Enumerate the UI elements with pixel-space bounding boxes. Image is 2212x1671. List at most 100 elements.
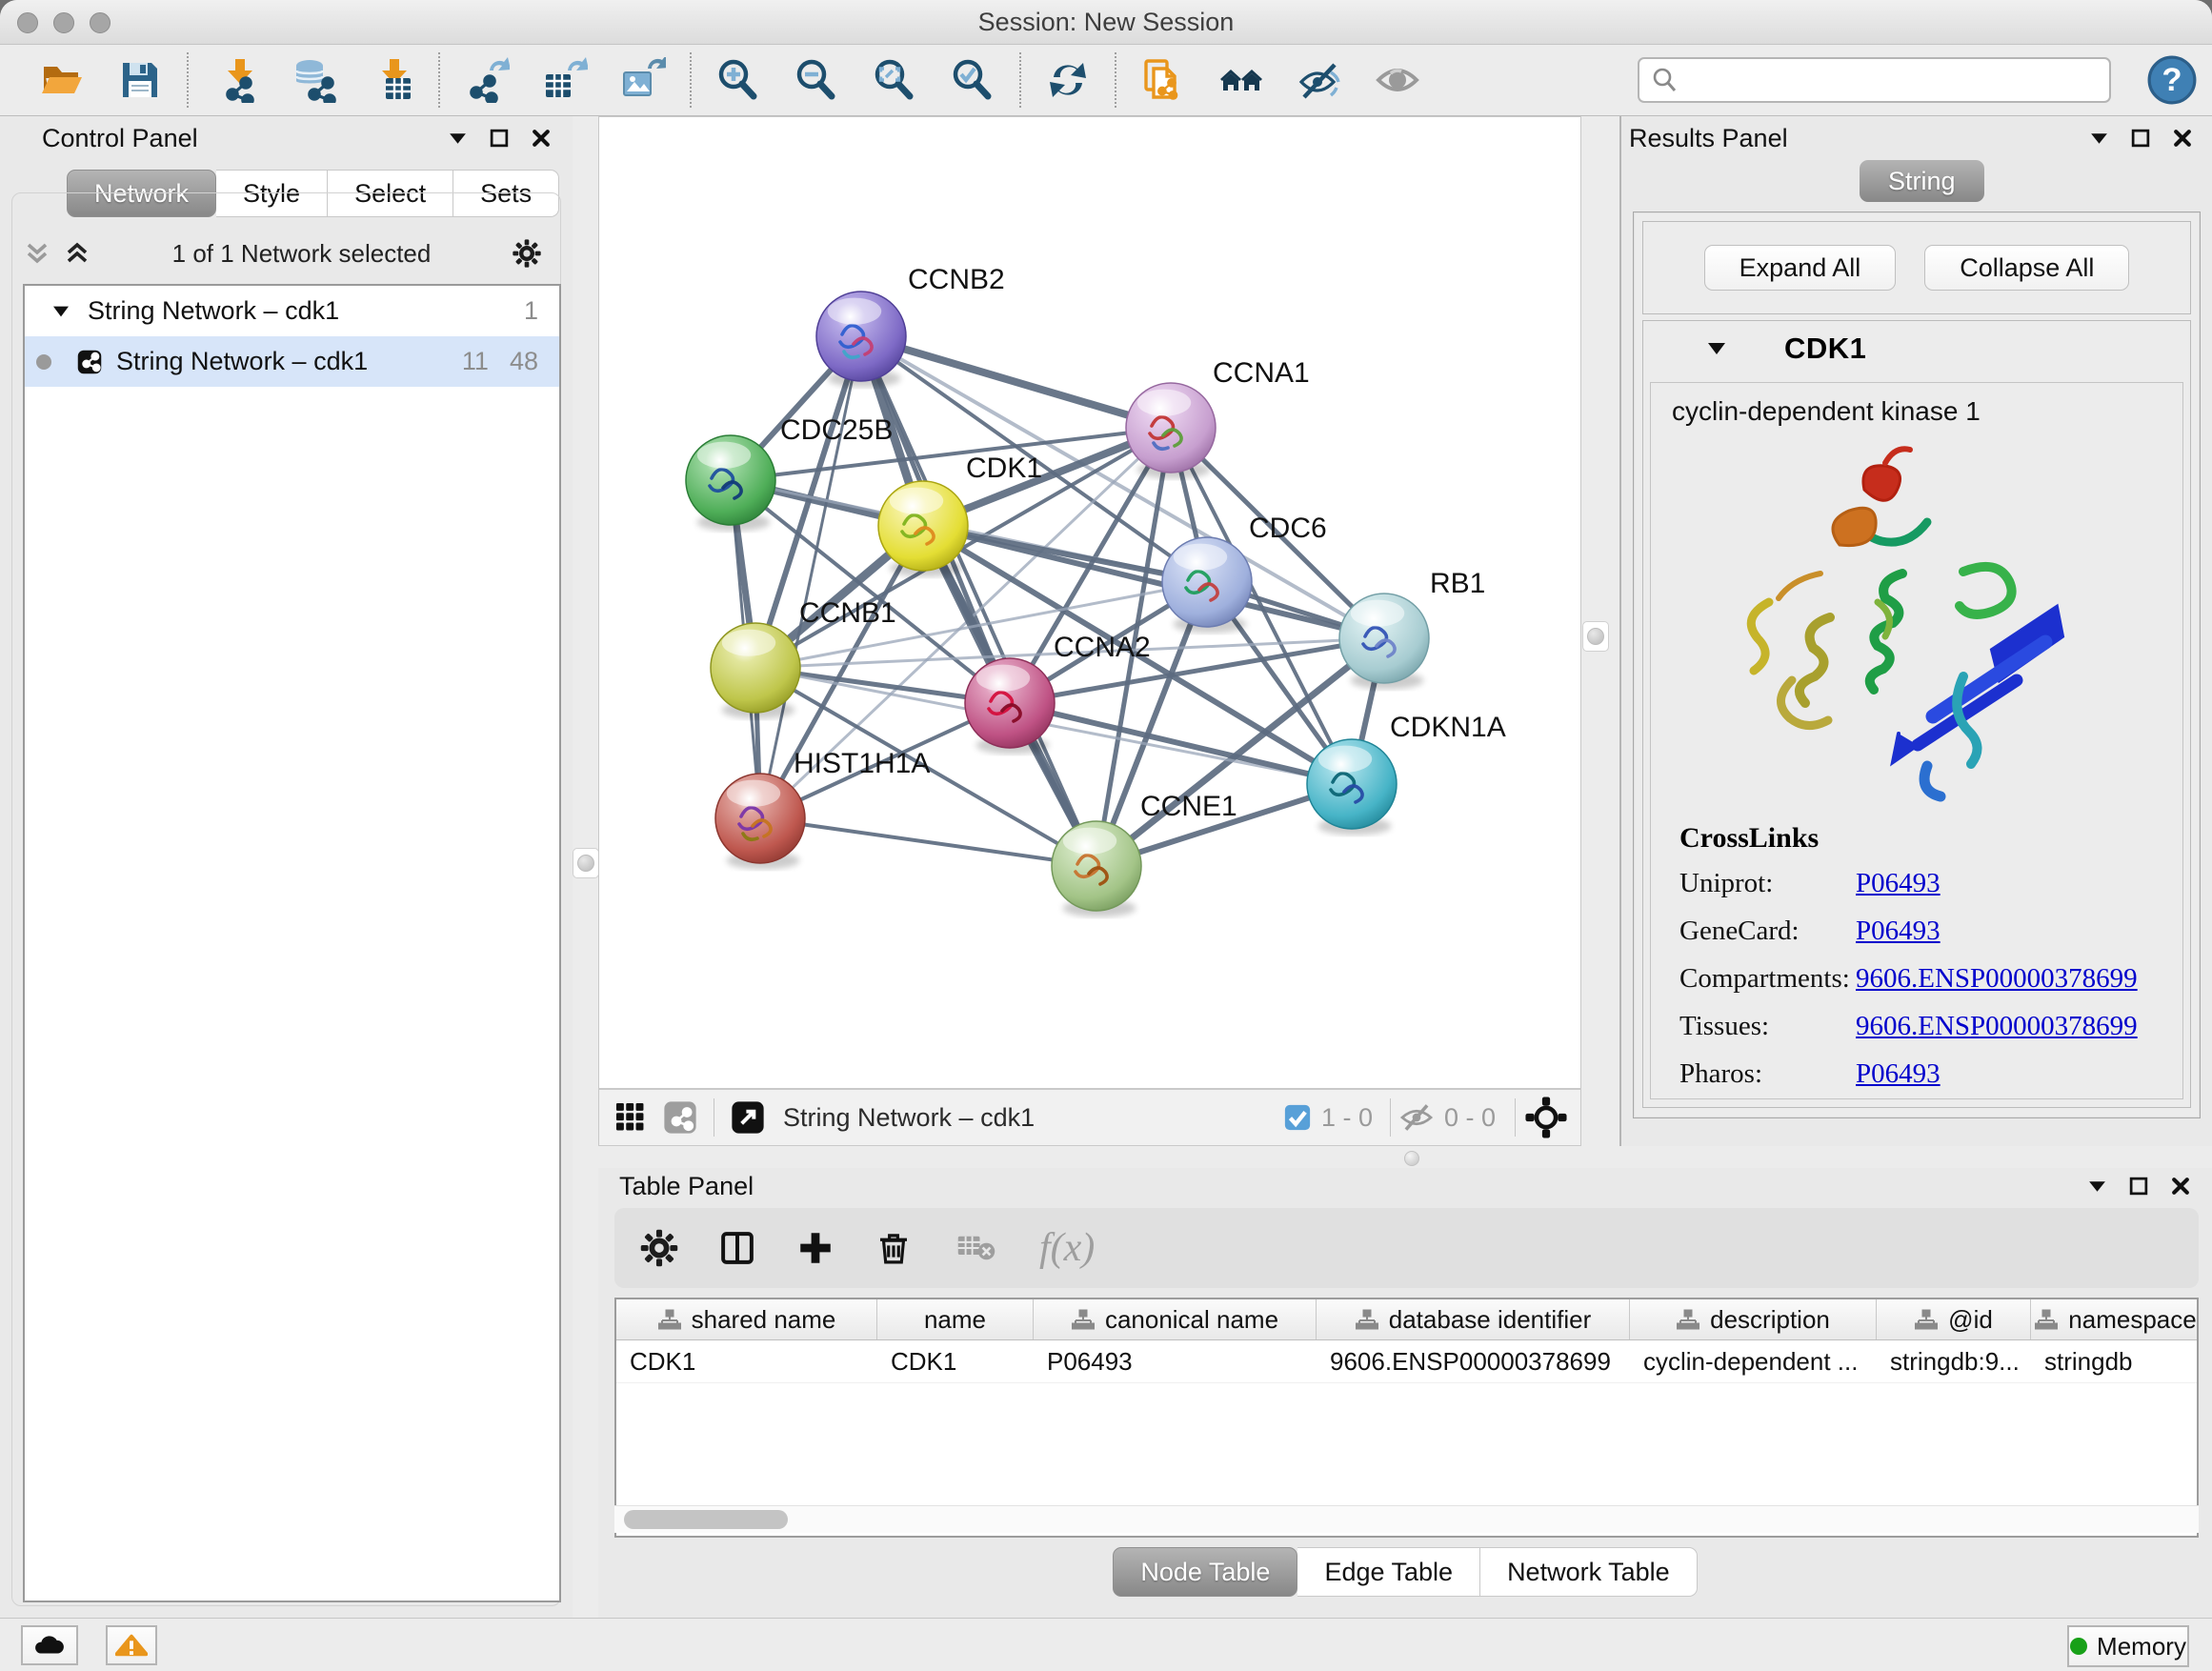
network-tree-child-row[interactable]: String Network – cdk1 11 48 xyxy=(25,336,559,387)
table-menu-icon[interactable] xyxy=(2086,1176,2107,1197)
network-node-CDKN1A[interactable] xyxy=(1307,739,1397,836)
table-cell[interactable]: P06493 xyxy=(1034,1340,1317,1382)
network-edge[interactable] xyxy=(760,818,1096,866)
crosslink-link[interactable]: P06493 xyxy=(1856,868,1941,899)
memory-button[interactable]: Memory xyxy=(2067,1625,2189,1667)
table-cell[interactable]: stringdb xyxy=(2031,1340,2199,1382)
function-builder-icon: f(x) xyxy=(1039,1225,1095,1271)
crosslink-link[interactable]: P06493 xyxy=(1856,916,1941,947)
zoom-out-icon[interactable] xyxy=(793,56,840,104)
save-floppy-icon[interactable] xyxy=(116,56,164,104)
table-cell[interactable]: CDK1 xyxy=(877,1340,1034,1382)
grid-view-icon[interactable] xyxy=(613,1099,649,1136)
network-options-gear-icon[interactable] xyxy=(512,238,542,269)
export-network-icon[interactable] xyxy=(463,56,511,104)
delete-column-icon[interactable] xyxy=(874,1228,914,1268)
warnings-button[interactable] xyxy=(106,1625,157,1665)
selected-nodes-checkbox-icon[interactable] xyxy=(1283,1103,1312,1132)
tree-expand-icon[interactable] xyxy=(51,304,70,319)
add-column-icon[interactable] xyxy=(795,1228,835,1268)
tab-edge-table[interactable]: Edge Table xyxy=(1297,1547,1480,1597)
table-cell[interactable]: stringdb:9... xyxy=(1877,1340,2031,1382)
network-graph[interactable]: CCNB2CCNA1CDC25BCDK1CDC6RB1CCNB1CCNA2CDK… xyxy=(599,117,1580,1088)
open-folder-icon[interactable] xyxy=(38,56,86,104)
detach-view-icon[interactable] xyxy=(730,1099,766,1136)
export-table-icon[interactable] xyxy=(541,56,589,104)
network-node-CCNB1[interactable] xyxy=(711,623,800,719)
eye-disabled-icon[interactable] xyxy=(1374,56,1421,104)
horizontal-splitter-grip[interactable] xyxy=(1404,1151,1419,1166)
copy-network-icon[interactable] xyxy=(1139,56,1187,104)
entry-collapse-icon[interactable] xyxy=(1706,340,1727,357)
network-view-toolbar: String Network – cdk1 1 - 0 0 - 0 xyxy=(598,1089,1581,1146)
results-menu-icon[interactable] xyxy=(2088,128,2109,149)
import-network-icon[interactable] xyxy=(211,56,259,104)
table-cell[interactable]: cyclin-dependent ... xyxy=(1630,1340,1877,1382)
search-box[interactable] xyxy=(1638,57,2111,103)
column-header-name[interactable]: name xyxy=(877,1299,1034,1339)
table-close-icon[interactable] xyxy=(2170,1176,2191,1197)
search-input[interactable] xyxy=(1685,65,2098,96)
table-settings-gear-icon[interactable] xyxy=(639,1228,679,1268)
column-header-canonicalname[interactable]: canonical name xyxy=(1034,1299,1317,1339)
results-close-icon[interactable] xyxy=(2172,128,2193,149)
homes-icon[interactable] xyxy=(1217,56,1265,104)
export-image-icon[interactable] xyxy=(619,56,667,104)
cdk1-entry-header[interactable]: CDK1 xyxy=(1643,321,2190,376)
network-node-RB1[interactable] xyxy=(1339,594,1429,690)
panel-close-icon[interactable] xyxy=(531,128,552,149)
results-float-icon[interactable] xyxy=(2130,128,2151,149)
zoom-fit-icon[interactable] xyxy=(871,56,918,104)
import-database-icon[interactable] xyxy=(290,56,337,104)
collapse-all-networks-icon[interactable] xyxy=(23,239,51,268)
network-edge[interactable] xyxy=(760,336,861,818)
table-cell[interactable]: CDK1 xyxy=(616,1340,877,1382)
tab-network-table[interactable]: Network Table xyxy=(1480,1547,1698,1597)
network-node-CDC6[interactable] xyxy=(1162,537,1252,634)
right-splitter-grip[interactable] xyxy=(1582,621,1609,652)
help-button[interactable]: ? xyxy=(2147,55,2197,105)
network-edge[interactable] xyxy=(861,336,1171,428)
cloud-status-button[interactable] xyxy=(21,1625,78,1665)
crosslink-link[interactable]: P06493 xyxy=(1856,1058,1941,1090)
panel-float-icon[interactable] xyxy=(489,128,510,149)
network-share-icon[interactable] xyxy=(662,1099,698,1136)
zoom-in-icon[interactable] xyxy=(714,56,762,104)
tab-node-table[interactable]: Node Table xyxy=(1113,1547,1297,1597)
column-header-sharedname[interactable]: shared name xyxy=(616,1299,877,1339)
crosslink-link[interactable]: 9606.ENSP00000378699 xyxy=(1856,963,2138,995)
network-node-HIST1H1A[interactable] xyxy=(715,774,805,870)
collapse-all-button[interactable]: Collapse All xyxy=(1924,245,2129,291)
column-header-description[interactable]: description xyxy=(1630,1299,1877,1339)
table-cell[interactable]: 9606.ENSP00000378699 xyxy=(1317,1340,1630,1382)
network-node-CDC25B[interactable] xyxy=(686,435,775,532)
tab-string[interactable]: String xyxy=(1860,160,1984,202)
table-hscrollbar[interactable] xyxy=(614,1505,2199,1533)
crosslink-link[interactable]: 9606.ENSP00000378699 xyxy=(1856,1011,2138,1042)
network-tree-root-row[interactable]: String Network – cdk1 1 xyxy=(25,286,559,336)
show-columns-icon[interactable] xyxy=(717,1228,757,1268)
network-node-CCNA2[interactable] xyxy=(965,658,1055,755)
network-edge[interactable] xyxy=(861,336,1096,866)
table-row[interactable]: CDK1CDK1P064939606.ENSP00000378699cyclin… xyxy=(616,1340,2197,1383)
column-header-namespace[interactable]: namespace xyxy=(2031,1299,2199,1339)
network-node-CCNE1[interactable] xyxy=(1052,821,1141,917)
panel-menu-icon[interactable] xyxy=(447,128,468,149)
network-node-CCNA1[interactable] xyxy=(1126,383,1216,479)
refresh-icon[interactable] xyxy=(1044,56,1092,104)
cdk1-entry-body: cyclin-dependent kinase 1 xyxy=(1650,382,2183,1099)
column-header-id[interactable]: @id xyxy=(1877,1299,2031,1339)
horizontal-splitter[interactable] xyxy=(598,1146,2212,1168)
expand-all-button[interactable]: Expand All xyxy=(1704,245,1897,291)
column-header-databaseidentifier[interactable]: database identifier xyxy=(1317,1299,1630,1339)
network-node-CDK1[interactable] xyxy=(878,481,968,577)
table-hscrollbar-thumb[interactable] xyxy=(624,1510,788,1529)
expand-all-networks-icon[interactable] xyxy=(63,239,91,268)
zoom-selected-icon[interactable] xyxy=(949,56,996,104)
import-table-icon[interactable] xyxy=(368,56,415,104)
navigate-crosshair-icon[interactable] xyxy=(1525,1097,1567,1138)
table-float-icon[interactable] xyxy=(2128,1176,2149,1197)
left-splitter-grip[interactable] xyxy=(573,848,599,878)
hide-eye-icon[interactable] xyxy=(1296,56,1343,104)
network-canvas[interactable]: CCNB2CCNA1CDC25BCDK1CDC6RB1CCNB1CCNA2CDK… xyxy=(598,116,1581,1089)
